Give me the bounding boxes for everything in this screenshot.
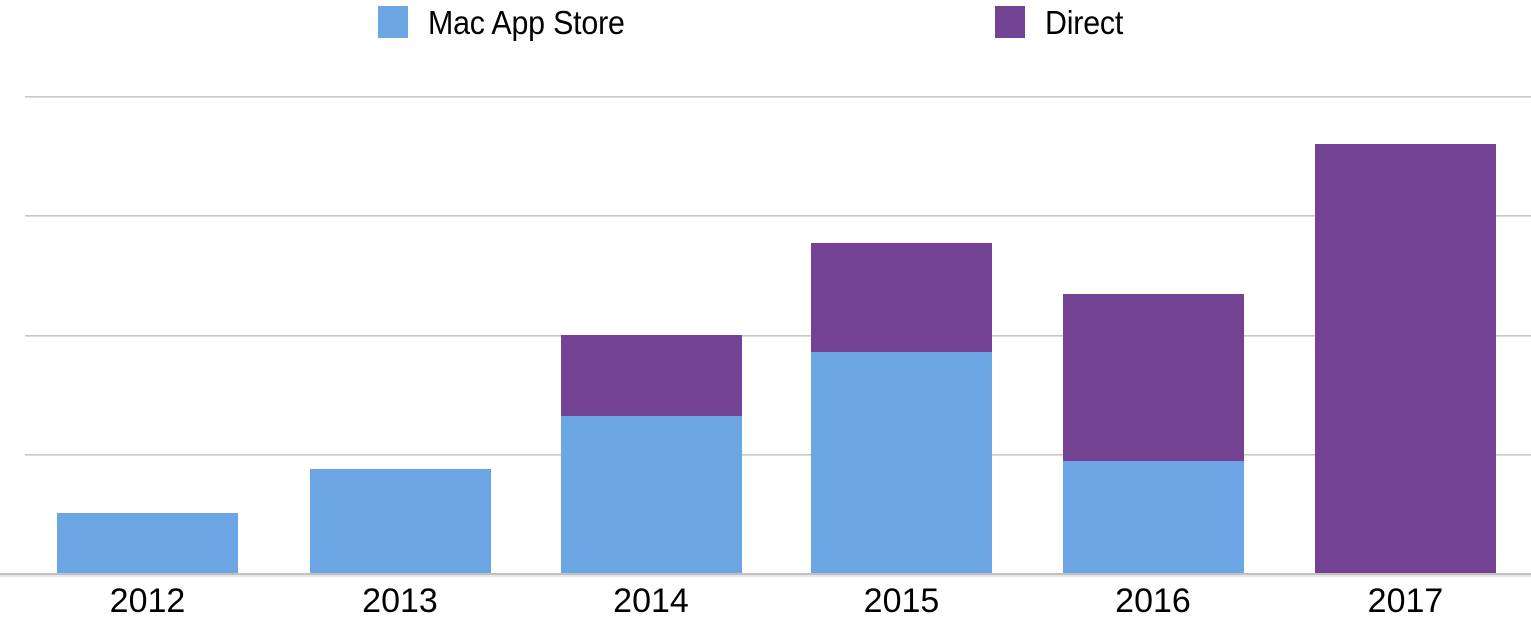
x-axis-label-2015: 2015 [863,582,940,620]
x-axis-label-2014: 2014 [613,582,689,620]
bar-segment-2012-mas[interactable] [57,513,238,573]
bar-segment-2015-mas[interactable] [811,352,992,573]
bar-group-2013[interactable] [309,469,491,573]
gridline [25,453,1531,455]
bar-segment-2014-direct[interactable] [560,334,742,416]
bar-group-2014[interactable] [560,334,742,573]
gridline [25,334,1531,336]
bar-segment-2015-direct[interactable] [811,242,992,353]
stacked-bar-chart: Mac App Store Direct 2012 2013 2014 2015 201… [0,0,1531,632]
bar-group-2015[interactable] [811,242,992,573]
plot-area: 2012 2013 2014 2015 2016 2017 [0,0,1531,632]
bar-segment-2016-direct[interactable] [1062,293,1244,461]
bar-segment-2013-mas[interactable] [309,469,491,573]
gridline [25,96,1531,97]
x-axis-baseline [0,573,1531,575]
bar-group-2012[interactable] [57,513,238,573]
bar-segment-2017-direct[interactable] [1315,143,1496,573]
bar-group-2016[interactable] [1062,293,1244,573]
x-axis-label-2013: 2013 [362,582,438,620]
x-axis-label-2016: 2016 [1115,582,1191,620]
bar-group-2017[interactable] [1315,143,1496,573]
bar-segment-2014-mas[interactable] [560,415,742,573]
x-axis-label-2012: 2012 [109,582,186,620]
bar-segment-2016-mas[interactable] [1062,460,1244,573]
gridline [25,215,1531,217]
x-axis-label-2017: 2017 [1367,582,1444,620]
